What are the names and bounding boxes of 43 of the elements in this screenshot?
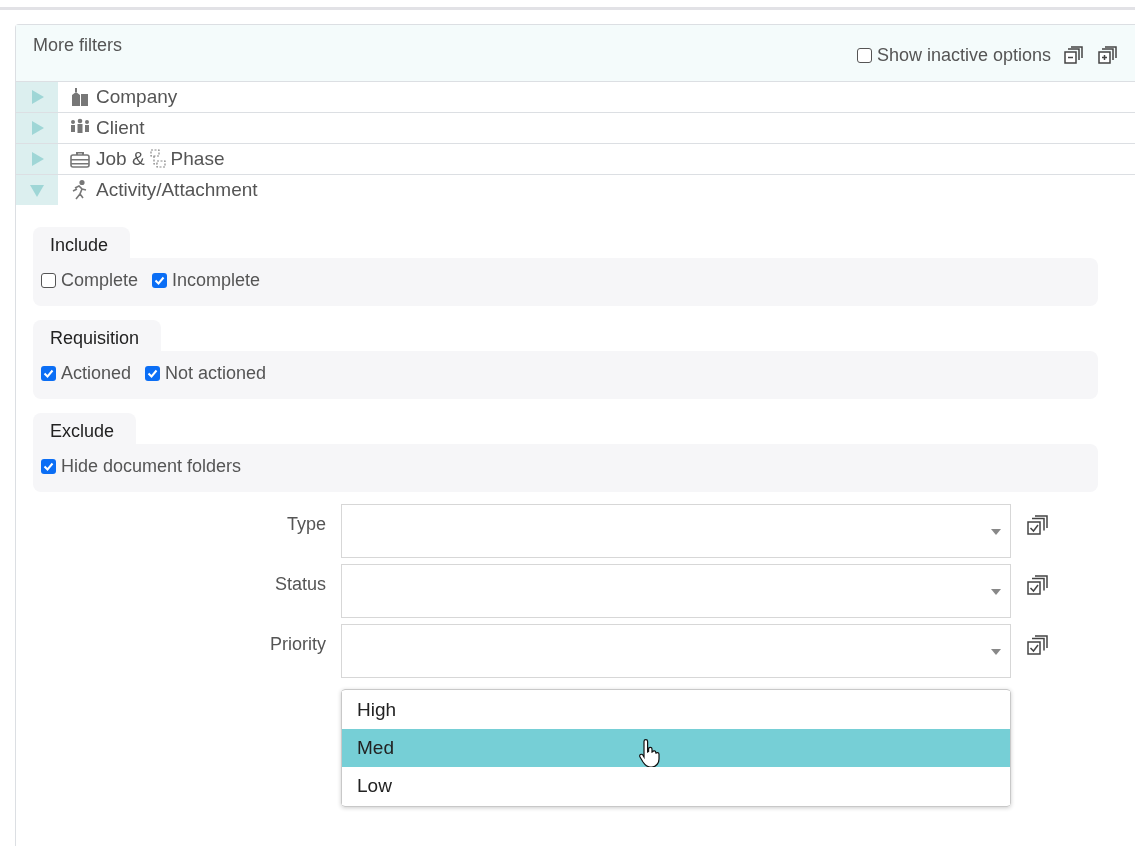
dropdown-field[interactable]	[341, 564, 1011, 618]
expand-toggle[interactable]	[16, 175, 58, 205]
tree-item-label[interactable]: Client	[96, 117, 145, 139]
dropdown-option[interactable]: Low	[342, 767, 1010, 805]
checkbox[interactable]	[152, 272, 168, 288]
checkbox[interactable]	[41, 365, 56, 381]
checkbox[interactable]	[41, 458, 56, 474]
option-checkbox[interactable]: Incomplete	[152, 266, 261, 294]
triangle-right-icon	[29, 120, 45, 136]
dropdown-option[interactable]: Med	[342, 729, 1010, 767]
triangle-down-icon	[29, 182, 45, 198]
caret-icon	[991, 649, 1001, 655]
group-title: Exclude	[33, 413, 137, 444]
dropdown-option[interactable]: High	[342, 691, 1010, 729]
tree-item-label[interactable]: Activity/Attachment	[96, 179, 258, 201]
expand-toggle[interactable]	[16, 144, 58, 174]
tree-item-label[interactable]: Job &	[96, 148, 145, 170]
caret-icon	[991, 529, 1001, 535]
dropdown-field[interactable]	[341, 624, 1011, 678]
checkbox[interactable]	[41, 272, 56, 288]
caret-icon	[991, 589, 1001, 595]
panel-title: More filters	[33, 35, 122, 57]
option-checkbox[interactable]: Not actioned	[145, 359, 267, 387]
expand-toggle[interactable]	[16, 113, 58, 143]
checkbox[interactable]	[856, 47, 872, 63]
field-label: Type	[285, 513, 326, 536]
field-label: Priority	[269, 633, 326, 656]
triangle-right-icon	[29, 151, 45, 167]
tree-item-label[interactable]: Phase	[170, 148, 225, 170]
option-checkbox[interactable]: Hide document folders	[41, 452, 242, 480]
expand-toggle[interactable]	[16, 82, 58, 112]
expand-all-icon[interactable]	[1097, 44, 1119, 66]
dropdown-field[interactable]	[341, 504, 1011, 558]
tree-item-label[interactable]: Company	[96, 86, 178, 108]
option-checkbox[interactable]: Actioned	[41, 359, 132, 387]
group-title: Requisition	[33, 320, 162, 351]
hand-cursor-icon	[638, 739, 660, 769]
option-checkbox[interactable]: Complete	[41, 266, 139, 294]
field-label: Status	[273, 573, 326, 596]
checkbox[interactable]	[145, 365, 161, 381]
group-title: Include	[33, 227, 131, 258]
triangle-right-icon	[29, 89, 45, 105]
collapse-all-icon[interactable]	[1063, 44, 1085, 66]
